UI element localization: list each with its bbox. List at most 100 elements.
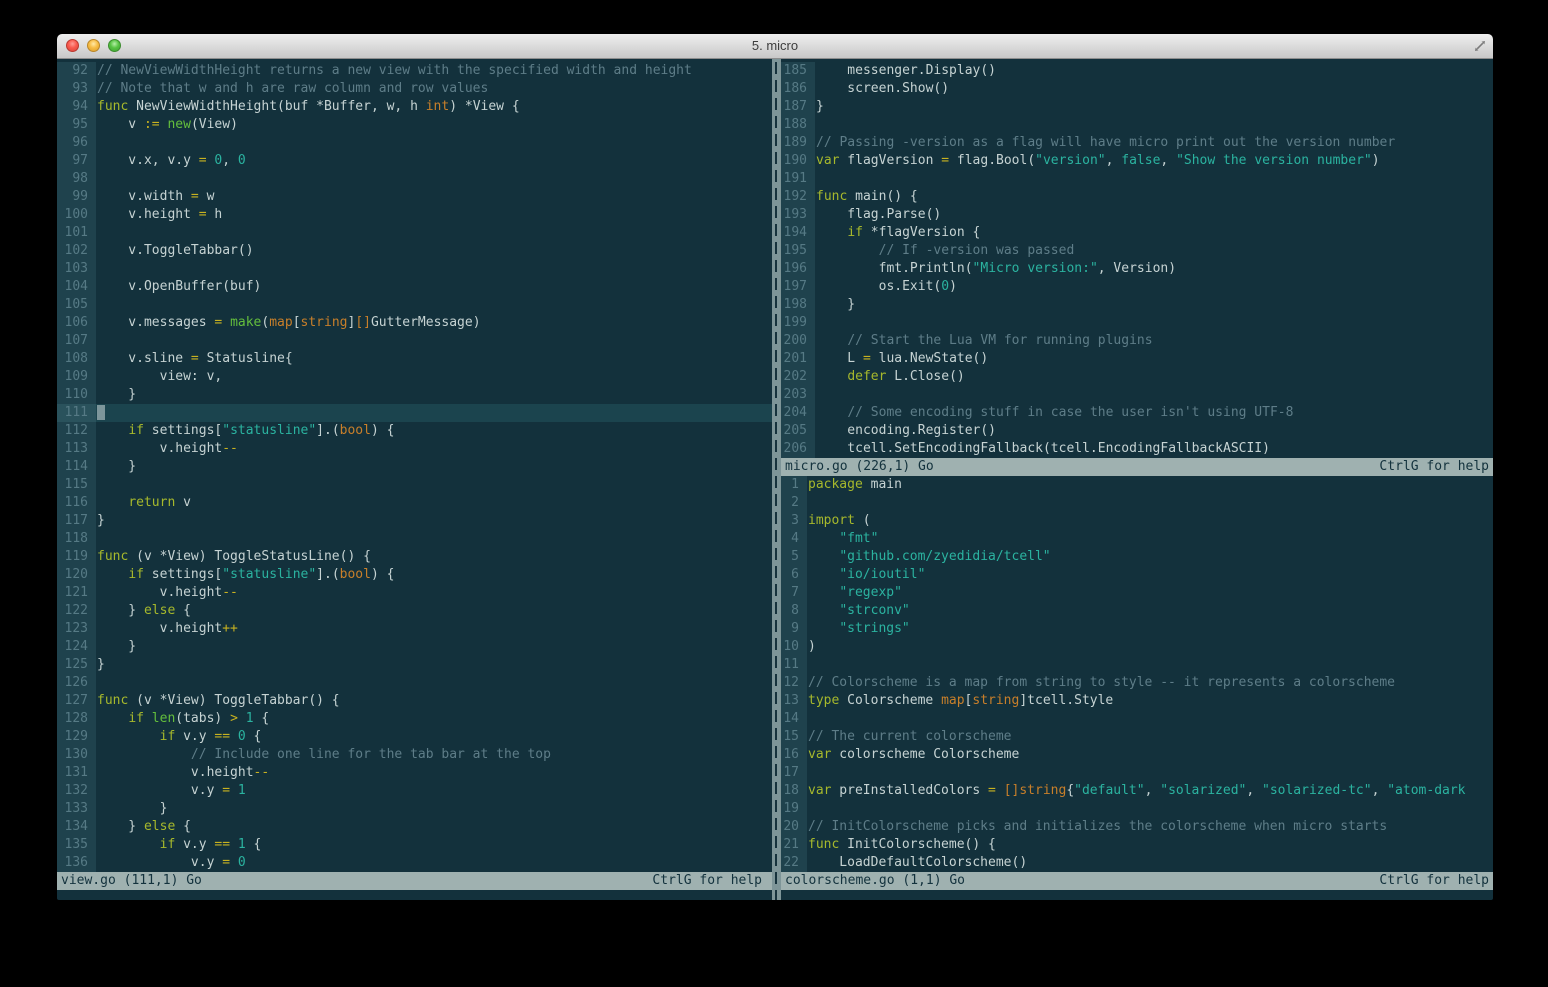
code-line[interactable]: 22 LoadDefaultColorscheme() bbox=[781, 854, 1493, 872]
code-line[interactable]: 107 bbox=[57, 332, 772, 350]
code-line[interactable]: 104 v.OpenBuffer(buf) bbox=[57, 278, 772, 296]
code-line[interactable]: 4 "fmt" bbox=[781, 530, 1493, 548]
code-line[interactable]: 197 os.Exit(0) bbox=[781, 278, 1493, 296]
code-line[interactable]: 204 // Some encoding stuff in case the u… bbox=[781, 404, 1493, 422]
code-line[interactable]: 92// NewViewWidthHeight returns a new vi… bbox=[57, 62, 772, 80]
code-line[interactable]: 102 v.ToggleTabbar() bbox=[57, 242, 772, 260]
code-line[interactable]: 195 // If -version was passed bbox=[781, 242, 1493, 260]
code-line[interactable]: 103 bbox=[57, 260, 772, 278]
code-line[interactable]: 191 bbox=[781, 170, 1493, 188]
code-line[interactable]: 1package main bbox=[781, 476, 1493, 494]
pane-colorscheme-go[interactable]: 1package main23import (4 "fmt"5 "github.… bbox=[781, 476, 1493, 900]
code-line[interactable]: 135 if v.y == 1 { bbox=[57, 836, 772, 854]
code-line[interactable]: 202 defer L.Close() bbox=[781, 368, 1493, 386]
code-line[interactable]: 17 bbox=[781, 764, 1493, 782]
code-line[interactable]: 108 v.sline = Statusline{ bbox=[57, 350, 772, 368]
code-line[interactable]: 198 } bbox=[781, 296, 1493, 314]
code-line[interactable]: 10) bbox=[781, 638, 1493, 656]
code-line[interactable]: 130 // Include one line for the tab bar … bbox=[57, 746, 772, 764]
code-line[interactable]: 12// Colorscheme is a map from string to… bbox=[781, 674, 1493, 692]
code-line[interactable]: 20// InitColorscheme picks and initializ… bbox=[781, 818, 1493, 836]
code-line[interactable]: 97 v.x, v.y = 0, 0 bbox=[57, 152, 772, 170]
code-line[interactable]: 200 // Start the Lua VM for running plug… bbox=[781, 332, 1493, 350]
resize-icon[interactable] bbox=[1473, 39, 1487, 53]
code-line[interactable]: 193 flag.Parse() bbox=[781, 206, 1493, 224]
code-line[interactable]: 93// Note that w and h are raw column an… bbox=[57, 80, 772, 98]
code-line[interactable]: 187} bbox=[781, 98, 1493, 116]
code-area-colorscheme-go[interactable]: 1package main23import (4 "fmt"5 "github.… bbox=[781, 476, 1493, 872]
code-line[interactable]: 194 if *flagVersion { bbox=[781, 224, 1493, 242]
code-line[interactable]: 196 fmt.Println("Micro version:", Versio… bbox=[781, 260, 1493, 278]
code-line[interactable]: 112 if settings["statusline"].(bool) { bbox=[57, 422, 772, 440]
code-line[interactable]: 122 } else { bbox=[57, 602, 772, 620]
code-line[interactable]: 21func InitColorscheme() { bbox=[781, 836, 1493, 854]
code-line[interactable]: 113 v.height-- bbox=[57, 440, 772, 458]
code-line[interactable]: 95 v := new(View) bbox=[57, 116, 772, 134]
code-line[interactable]: 7 "regexp" bbox=[781, 584, 1493, 602]
code-line[interactable]: 199 bbox=[781, 314, 1493, 332]
code-line[interactable]: 119func (v *View) ToggleStatusLine() { bbox=[57, 548, 772, 566]
code-line[interactable]: 192func main() { bbox=[781, 188, 1493, 206]
code-line[interactable]: 123 v.height++ bbox=[57, 620, 772, 638]
code-line[interactable]: 2 bbox=[781, 494, 1493, 512]
code-line[interactable]: 105 bbox=[57, 296, 772, 314]
code-line[interactable]: 129 if v.y == 0 { bbox=[57, 728, 772, 746]
code-line[interactable]: 100 v.height = h bbox=[57, 206, 772, 224]
code-line[interactable]: 96 bbox=[57, 134, 772, 152]
code-line[interactable]: 13type Colorscheme map[string]tcell.Styl… bbox=[781, 692, 1493, 710]
code-line[interactable]: 118 bbox=[57, 530, 772, 548]
code-line[interactable]: 5 "github.com/zyedidia/tcell" bbox=[781, 548, 1493, 566]
code-line[interactable]: 205 encoding.Register() bbox=[781, 422, 1493, 440]
code-line[interactable]: 117} bbox=[57, 512, 772, 530]
code-line[interactable]: 98 bbox=[57, 170, 772, 188]
code-line[interactable]: 19 bbox=[781, 800, 1493, 818]
pane-view-go[interactable]: 92// NewViewWidthHeight returns a new vi… bbox=[57, 59, 772, 900]
code-line[interactable]: 189// Passing -version as a flag will ha… bbox=[781, 134, 1493, 152]
code-area-view-go[interactable]: 92// NewViewWidthHeight returns a new vi… bbox=[57, 62, 772, 872]
code-line[interactable]: 14 bbox=[781, 710, 1493, 728]
code-line[interactable]: 110 } bbox=[57, 386, 772, 404]
code-line[interactable]: 120 if settings["statusline"].(bool) { bbox=[57, 566, 772, 584]
code-line[interactable]: 109 view: v, bbox=[57, 368, 772, 386]
code-line[interactable]: 114 } bbox=[57, 458, 772, 476]
code-line-current[interactable]: 111 bbox=[57, 404, 772, 422]
code-line[interactable]: 206 tcell.SetEncodingFallback(tcell.Enco… bbox=[781, 440, 1493, 458]
code-line[interactable]: 134 } else { bbox=[57, 818, 772, 836]
code-area-micro-go[interactable]: 185 messenger.Display()186 screen.Show()… bbox=[781, 62, 1493, 458]
code-line[interactable]: 121 v.height-- bbox=[57, 584, 772, 602]
vertical-split-divider[interactable] bbox=[772, 59, 781, 900]
window-titlebar[interactable]: 5. micro bbox=[57, 34, 1493, 59]
code-line[interactable]: 115 bbox=[57, 476, 772, 494]
line-number: 125 bbox=[57, 656, 96, 674]
code-line[interactable]: 15// The current colorscheme bbox=[781, 728, 1493, 746]
code-line[interactable]: 99 v.width = w bbox=[57, 188, 772, 206]
code-line[interactable]: 203 bbox=[781, 386, 1493, 404]
code-line[interactable]: 9 "strings" bbox=[781, 620, 1493, 638]
code-line[interactable]: 6 "io/ioutil" bbox=[781, 566, 1493, 584]
text-cursor bbox=[97, 405, 105, 420]
code-line[interactable]: 125} bbox=[57, 656, 772, 674]
code-line[interactable]: 190var flagVersion = flag.Bool("version"… bbox=[781, 152, 1493, 170]
pane-micro-go[interactable]: 185 messenger.Display()186 screen.Show()… bbox=[781, 62, 1493, 476]
code-line[interactable]: 186 screen.Show() bbox=[781, 80, 1493, 98]
code-line[interactable]: 188 bbox=[781, 116, 1493, 134]
code-line[interactable]: 132 v.y = 1 bbox=[57, 782, 772, 800]
code-line[interactable]: 94func NewViewWidthHeight(buf *Buffer, w… bbox=[57, 98, 772, 116]
code-line[interactable]: 136 v.y = 0 bbox=[57, 854, 772, 872]
code-line[interactable]: 128 if len(tabs) > 1 { bbox=[57, 710, 772, 728]
code-line[interactable]: 124 } bbox=[57, 638, 772, 656]
code-line[interactable]: 133 } bbox=[57, 800, 772, 818]
code-line[interactable]: 18var preInstalledColors = []string{"def… bbox=[781, 782, 1493, 800]
code-line[interactable]: 116 return v bbox=[57, 494, 772, 512]
code-line[interactable]: 131 v.height-- bbox=[57, 764, 772, 782]
code-line[interactable]: 126 bbox=[57, 674, 772, 692]
code-line[interactable]: 201 L = lua.NewState() bbox=[781, 350, 1493, 368]
code-line[interactable]: 16var colorscheme Colorscheme bbox=[781, 746, 1493, 764]
code-line[interactable]: 127func (v *View) ToggleTabbar() { bbox=[57, 692, 772, 710]
code-line[interactable]: 185 messenger.Display() bbox=[781, 62, 1493, 80]
code-line[interactable]: 8 "strconv" bbox=[781, 602, 1493, 620]
code-line[interactable]: 11 bbox=[781, 656, 1493, 674]
code-line[interactable]: 3import ( bbox=[781, 512, 1493, 530]
code-line[interactable]: 101 bbox=[57, 224, 772, 242]
code-line[interactable]: 106 v.messages = make(map[string][]Gutte… bbox=[57, 314, 772, 332]
